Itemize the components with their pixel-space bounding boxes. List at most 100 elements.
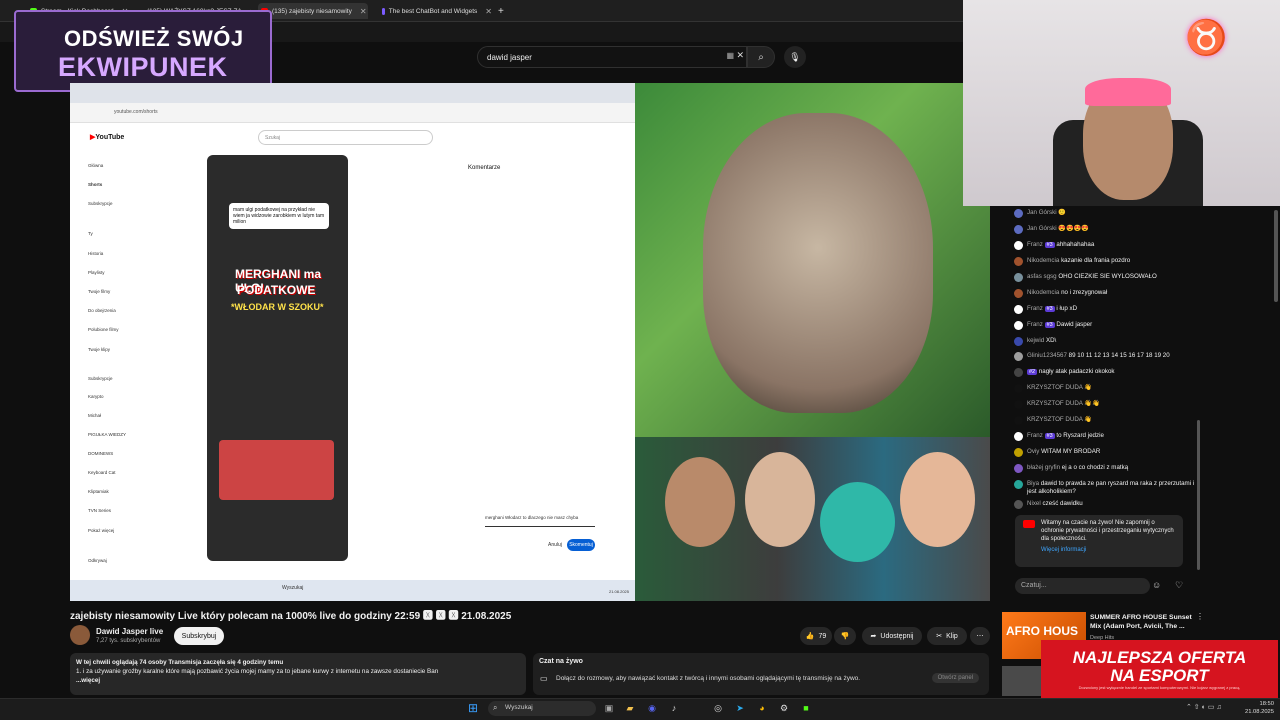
chatbot-favicon-icon (382, 7, 385, 15)
chat-scrollbar[interactable] (1197, 420, 1200, 570)
related-more-icon[interactable]: ⋮ (1196, 612, 1204, 621)
comments-title: Komentarze (468, 165, 501, 171)
like-button[interactable]: 👍 79 (800, 627, 832, 645)
chat-author[interactable]: Franz (1027, 305, 1043, 312)
related-video-title[interactable]: SUMMER AFRO HOUSE Sunset Mix (Adam Port,… (1090, 613, 1195, 631)
chat-line: Biya dawid to prawda ze pan ryszard ma r… (1027, 480, 1199, 496)
chat-avatar[interactable] (1014, 305, 1023, 314)
more-icon: ⋯ (976, 633, 984, 640)
chat-avatar[interactable] (1014, 337, 1023, 346)
chat-avatar[interactable] (1014, 500, 1023, 509)
guest-webcam (635, 83, 990, 437)
clear-search-icon[interactable]: ✕ (736, 50, 744, 61)
open-panel-button[interactable]: Otwórz panel (931, 673, 979, 683)
chat-avatar[interactable] (1014, 352, 1023, 361)
taskbar-search[interactable]: ⌕ Wyszukaj (488, 701, 596, 716)
voice-search-button[interactable]: 🎙 (784, 46, 806, 68)
chat-author[interactable]: Jan Górski (1027, 225, 1057, 232)
taskbar-clock[interactable]: 18:50 21.08.2025 (1238, 700, 1274, 716)
heart-icon[interactable]: ♡ (1175, 580, 1187, 592)
chat-author[interactable]: Gliniu1234567 (1027, 352, 1067, 359)
system-tray-icon[interactable]: ⌃ ⇧ ◐ ▭ ♫ (1186, 703, 1222, 711)
short-caption-2: PODATKOWE (237, 283, 316, 297)
chat-text: cześć dawidku (1042, 500, 1083, 507)
chat-author[interactable]: błażej gryfin (1027, 464, 1060, 471)
chat-author[interactable]: Oviy (1027, 448, 1039, 455)
chat-author[interactable]: Jan Górski (1027, 209, 1057, 216)
share-button[interactable]: ➦ Udostępnij (862, 627, 922, 645)
chat-author[interactable]: asfas sgsg (1027, 273, 1057, 280)
chat-avatar[interactable] (1014, 400, 1023, 409)
task-view-icon[interactable]: ▣ (603, 702, 615, 714)
chat-avatar[interactable] (1014, 384, 1023, 393)
browser-tab[interactable]: The best ChatBot and Widgets ✕ (382, 3, 492, 19)
description-box[interactable]: W tej chwili oglądają 74 osoby Transmisj… (70, 653, 526, 695)
chat-avatar[interactable] (1014, 448, 1023, 457)
chat-author[interactable]: Nikodemcia (1027, 289, 1059, 296)
chat-avatar[interactable] (1014, 464, 1023, 473)
chat-author[interactable]: Franz (1027, 321, 1043, 328)
chat-text: ahhahahahaa (1056, 241, 1095, 248)
chat-author[interactable]: Franz (1027, 432, 1043, 439)
chat-author[interactable]: Nixel (1027, 500, 1041, 507)
page-scrollbar[interactable] (1274, 210, 1278, 302)
chat-avatar[interactable] (1014, 368, 1023, 377)
windows-start-icon[interactable]: ⊞ (468, 701, 482, 715)
chat-avatar[interactable] (1014, 321, 1023, 330)
chat-input[interactable]: Czatuj... (1015, 578, 1150, 594)
chat-author[interactable]: Nikodemcia (1027, 257, 1059, 264)
chat-text: XD\ (1045, 337, 1057, 344)
chat-author[interactable]: KRZYSZTOF DUDA (1027, 400, 1083, 407)
obs-icon[interactable]: ◎ (712, 702, 724, 714)
chat-message: asfas sgsg OHO CIEZKIE SIE WYLOSOWAŁO (1014, 273, 1199, 282)
chat-avatar[interactable] (1014, 225, 1023, 234)
search-input[interactable]: dawid jasper ▦ ✕ (477, 46, 747, 68)
chat-author[interactable]: Biya (1027, 480, 1039, 487)
new-tab-icon[interactable]: + (498, 3, 508, 19)
chat-author[interactable]: KRZYSZTOF DUDA (1027, 384, 1083, 391)
close-tab-icon[interactable]: ✕ (485, 7, 492, 16)
close-tab-icon[interactable]: ✕ (360, 7, 367, 16)
chat-avatar[interactable] (1014, 480, 1023, 489)
tiktok-icon[interactable]: ♪ (668, 702, 680, 714)
telegram-icon[interactable]: ➤ (734, 702, 746, 714)
chat-author[interactable]: kejwid (1027, 337, 1044, 344)
chat-avatar[interactable] (1014, 432, 1023, 441)
shared-screen: youtube.com/shorts ▶YouTube Szukaj Główn… (70, 83, 635, 601)
chat-avatar[interactable] (1014, 416, 1023, 425)
chat-message: Franz #3 to Ryszard jedzie (1014, 432, 1199, 441)
browser-tab-active[interactable]: (135) zajebisty niesamowity ✕ (258, 3, 368, 19)
related-video-thumbnail-2[interactable] (1002, 666, 1042, 696)
chat-text: OHO CIEZKIE SIE WYLOSOWAŁO (1058, 273, 1157, 280)
comment-box: merghani Włodarz to dlaczego nie masz ch… (485, 515, 595, 527)
channel-name[interactable]: Dawid Jasper live (96, 627, 163, 636)
discord-icon[interactable]: ◉ (646, 702, 658, 714)
show-more-link[interactable]: ...więcej (76, 676, 520, 685)
inner-cancel: Anuluj (548, 542, 562, 548)
chat-avatar[interactable] (1014, 257, 1023, 266)
more-info-link[interactable]: Więcej informacji (1041, 546, 1177, 554)
person-3 (900, 452, 975, 547)
file-explorer-icon[interactable]: ▰ (624, 702, 636, 714)
chat-avatar[interactable] (1014, 289, 1023, 298)
keyboard-icon[interactable]: ▦ (726, 51, 734, 60)
clip-button[interactable]: ✂ Klip (927, 627, 967, 645)
dislike-button[interactable]: 👎 (834, 627, 856, 645)
search-button[interactable]: ⌕ (747, 46, 775, 68)
subscribe-button[interactable]: Subskrybuj (174, 627, 224, 645)
chat-line: Gliniu1234567 89 10 11 12 13 14 15 16 17… (1027, 352, 1170, 360)
more-actions-button[interactable]: ⋯ (970, 627, 990, 645)
settings-gear-icon[interactable]: ⚙ (778, 702, 790, 714)
channel-avatar[interactable] (70, 625, 90, 645)
chat-avatar[interactable] (1014, 241, 1023, 250)
chat-author[interactable]: KRZYSZTOF DUDA (1027, 416, 1083, 423)
kick-icon[interactable]: ■ (800, 702, 812, 714)
chat-avatar[interactable] (1014, 273, 1023, 282)
emoji-icon[interactable]: ☺ (1152, 580, 1164, 592)
chat-author[interactable]: Franz (1027, 241, 1043, 248)
chat-avatar[interactable] (1014, 209, 1023, 218)
share-icon: ➦ (870, 633, 877, 640)
chat-text: to Ryszard jedzie (1056, 432, 1104, 439)
chrome-icon[interactable]: ◕ (756, 702, 768, 714)
youtube-icon (1023, 520, 1035, 528)
